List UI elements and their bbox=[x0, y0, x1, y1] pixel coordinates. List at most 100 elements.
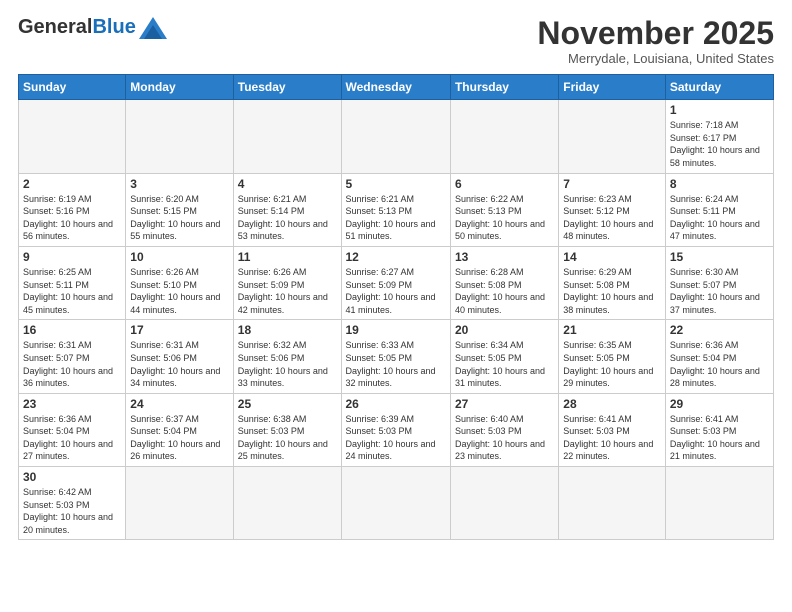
day-number: 7 bbox=[563, 177, 661, 191]
table-row: 16 Sunrise: 6:31 AM Sunset: 5:07 PM Dayl… bbox=[19, 320, 774, 393]
day-info: Sunrise: 6:21 AM Sunset: 5:13 PM Dayligh… bbox=[346, 193, 446, 243]
day-23: 23 Sunrise: 6:36 AM Sunset: 5:04 PM Dayl… bbox=[19, 393, 126, 466]
day-number: 2 bbox=[23, 177, 121, 191]
day-6: 6 Sunrise: 6:22 AM Sunset: 5:13 PM Dayli… bbox=[450, 173, 558, 246]
day-number: 25 bbox=[238, 397, 337, 411]
day-info: Sunrise: 6:42 AM Sunset: 5:03 PM Dayligh… bbox=[23, 486, 121, 536]
empty-cell bbox=[126, 100, 233, 173]
empty-cell bbox=[19, 100, 126, 173]
day-2: 2 Sunrise: 6:19 AM Sunset: 5:16 PM Dayli… bbox=[19, 173, 126, 246]
day-8: 8 Sunrise: 6:24 AM Sunset: 5:11 PM Dayli… bbox=[665, 173, 773, 246]
day-16: 16 Sunrise: 6:31 AM Sunset: 5:07 PM Dayl… bbox=[19, 320, 126, 393]
table-row: 23 Sunrise: 6:36 AM Sunset: 5:04 PM Dayl… bbox=[19, 393, 774, 466]
day-info: Sunrise: 6:37 AM Sunset: 5:04 PM Dayligh… bbox=[130, 413, 228, 463]
header: General Blue November 2025 Merrydale, Lo… bbox=[18, 16, 774, 66]
day-info: Sunrise: 6:33 AM Sunset: 5:05 PM Dayligh… bbox=[346, 339, 446, 389]
day-info: Sunrise: 6:29 AM Sunset: 5:08 PM Dayligh… bbox=[563, 266, 661, 316]
empty-cell bbox=[450, 100, 558, 173]
day-number: 13 bbox=[455, 250, 554, 264]
empty-cell bbox=[126, 467, 233, 540]
day-info: Sunrise: 6:36 AM Sunset: 5:04 PM Dayligh… bbox=[670, 339, 769, 389]
day-13: 13 Sunrise: 6:28 AM Sunset: 5:08 PM Dayl… bbox=[450, 246, 558, 319]
day-30: 30 Sunrise: 6:42 AM Sunset: 5:03 PM Dayl… bbox=[19, 467, 126, 540]
day-number: 8 bbox=[670, 177, 769, 191]
day-info: Sunrise: 6:26 AM Sunset: 5:10 PM Dayligh… bbox=[130, 266, 228, 316]
day-info: Sunrise: 6:26 AM Sunset: 5:09 PM Dayligh… bbox=[238, 266, 337, 316]
logo: General Blue bbox=[18, 16, 167, 39]
logo-general-text: General bbox=[18, 16, 92, 39]
day-5: 5 Sunrise: 6:21 AM Sunset: 5:13 PM Dayli… bbox=[341, 173, 450, 246]
table-row: 2 Sunrise: 6:19 AM Sunset: 5:16 PM Dayli… bbox=[19, 173, 774, 246]
day-info: Sunrise: 6:30 AM Sunset: 5:07 PM Dayligh… bbox=[670, 266, 769, 316]
day-28: 28 Sunrise: 6:41 AM Sunset: 5:03 PM Dayl… bbox=[559, 393, 666, 466]
logo-blue-text: Blue bbox=[92, 16, 135, 39]
day-info: Sunrise: 6:41 AM Sunset: 5:03 PM Dayligh… bbox=[670, 413, 769, 463]
day-11: 11 Sunrise: 6:26 AM Sunset: 5:09 PM Dayl… bbox=[233, 246, 341, 319]
day-number: 30 bbox=[23, 470, 121, 484]
header-thursday: Thursday bbox=[450, 75, 558, 100]
calendar-table: Sunday Monday Tuesday Wednesday Thursday… bbox=[18, 74, 774, 540]
header-monday: Monday bbox=[126, 75, 233, 100]
day-number: 28 bbox=[563, 397, 661, 411]
day-info: Sunrise: 6:34 AM Sunset: 5:05 PM Dayligh… bbox=[455, 339, 554, 389]
header-wednesday: Wednesday bbox=[341, 75, 450, 100]
day-14: 14 Sunrise: 6:29 AM Sunset: 5:08 PM Dayl… bbox=[559, 246, 666, 319]
day-22: 22 Sunrise: 6:36 AM Sunset: 5:04 PM Dayl… bbox=[665, 320, 773, 393]
table-row: 9 Sunrise: 6:25 AM Sunset: 5:11 PM Dayli… bbox=[19, 246, 774, 319]
day-info: Sunrise: 6:27 AM Sunset: 5:09 PM Dayligh… bbox=[346, 266, 446, 316]
day-number: 3 bbox=[130, 177, 228, 191]
header-tuesday: Tuesday bbox=[233, 75, 341, 100]
day-7: 7 Sunrise: 6:23 AM Sunset: 5:12 PM Dayli… bbox=[559, 173, 666, 246]
day-number: 29 bbox=[670, 397, 769, 411]
day-3: 3 Sunrise: 6:20 AM Sunset: 5:15 PM Dayli… bbox=[126, 173, 233, 246]
location-title: Merrydale, Louisiana, United States bbox=[537, 51, 774, 66]
header-friday: Friday bbox=[559, 75, 666, 100]
day-number: 11 bbox=[238, 250, 337, 264]
empty-cell bbox=[233, 467, 341, 540]
empty-cell bbox=[665, 467, 773, 540]
table-row: 30 Sunrise: 6:42 AM Sunset: 5:03 PM Dayl… bbox=[19, 467, 774, 540]
day-29: 29 Sunrise: 6:41 AM Sunset: 5:03 PM Dayl… bbox=[665, 393, 773, 466]
day-17: 17 Sunrise: 6:31 AM Sunset: 5:06 PM Dayl… bbox=[126, 320, 233, 393]
day-number: 1 bbox=[670, 103, 769, 117]
day-number: 20 bbox=[455, 323, 554, 337]
day-20: 20 Sunrise: 6:34 AM Sunset: 5:05 PM Dayl… bbox=[450, 320, 558, 393]
empty-cell bbox=[341, 100, 450, 173]
day-info: Sunrise: 6:39 AM Sunset: 5:03 PM Dayligh… bbox=[346, 413, 446, 463]
day-10: 10 Sunrise: 6:26 AM Sunset: 5:10 PM Dayl… bbox=[126, 246, 233, 319]
day-info: Sunrise: 6:36 AM Sunset: 5:04 PM Dayligh… bbox=[23, 413, 121, 463]
daylight: Daylight: 10 hours and 58 minutes. bbox=[670, 145, 760, 168]
day-info: Sunrise: 6:31 AM Sunset: 5:06 PM Dayligh… bbox=[130, 339, 228, 389]
day-4: 4 Sunrise: 6:21 AM Sunset: 5:14 PM Dayli… bbox=[233, 173, 341, 246]
day-number: 5 bbox=[346, 177, 446, 191]
day-19: 19 Sunrise: 6:33 AM Sunset: 5:05 PM Dayl… bbox=[341, 320, 450, 393]
day-number: 23 bbox=[23, 397, 121, 411]
day-info: Sunrise: 6:19 AM Sunset: 5:16 PM Dayligh… bbox=[23, 193, 121, 243]
header-saturday: Saturday bbox=[665, 75, 773, 100]
day-number: 6 bbox=[455, 177, 554, 191]
day-number: 21 bbox=[563, 323, 661, 337]
day-info: Sunrise: 6:20 AM Sunset: 5:15 PM Dayligh… bbox=[130, 193, 228, 243]
empty-cell bbox=[559, 467, 666, 540]
day-18: 18 Sunrise: 6:32 AM Sunset: 5:06 PM Dayl… bbox=[233, 320, 341, 393]
day-number: 9 bbox=[23, 250, 121, 264]
day-info: Sunrise: 7:18 AM Sunset: 6:17 PM Dayligh… bbox=[670, 119, 769, 169]
empty-cell bbox=[559, 100, 666, 173]
day-number: 19 bbox=[346, 323, 446, 337]
day-number: 10 bbox=[130, 250, 228, 264]
header-sunday: Sunday bbox=[19, 75, 126, 100]
logo-icon bbox=[139, 17, 167, 39]
day-info: Sunrise: 6:25 AM Sunset: 5:11 PM Dayligh… bbox=[23, 266, 121, 316]
day-9: 9 Sunrise: 6:25 AM Sunset: 5:11 PM Dayli… bbox=[19, 246, 126, 319]
day-number: 24 bbox=[130, 397, 228, 411]
day-25: 25 Sunrise: 6:38 AM Sunset: 5:03 PM Dayl… bbox=[233, 393, 341, 466]
day-number: 18 bbox=[238, 323, 337, 337]
day-number: 16 bbox=[23, 323, 121, 337]
day-info: Sunrise: 6:38 AM Sunset: 5:03 PM Dayligh… bbox=[238, 413, 337, 463]
empty-cell bbox=[450, 467, 558, 540]
page: General Blue November 2025 Merrydale, Lo… bbox=[0, 0, 792, 612]
day-info: Sunrise: 6:23 AM Sunset: 5:12 PM Dayligh… bbox=[563, 193, 661, 243]
day-15: 15 Sunrise: 6:30 AM Sunset: 5:07 PM Dayl… bbox=[665, 246, 773, 319]
day-12: 12 Sunrise: 6:27 AM Sunset: 5:09 PM Dayl… bbox=[341, 246, 450, 319]
day-info: Sunrise: 6:28 AM Sunset: 5:08 PM Dayligh… bbox=[455, 266, 554, 316]
